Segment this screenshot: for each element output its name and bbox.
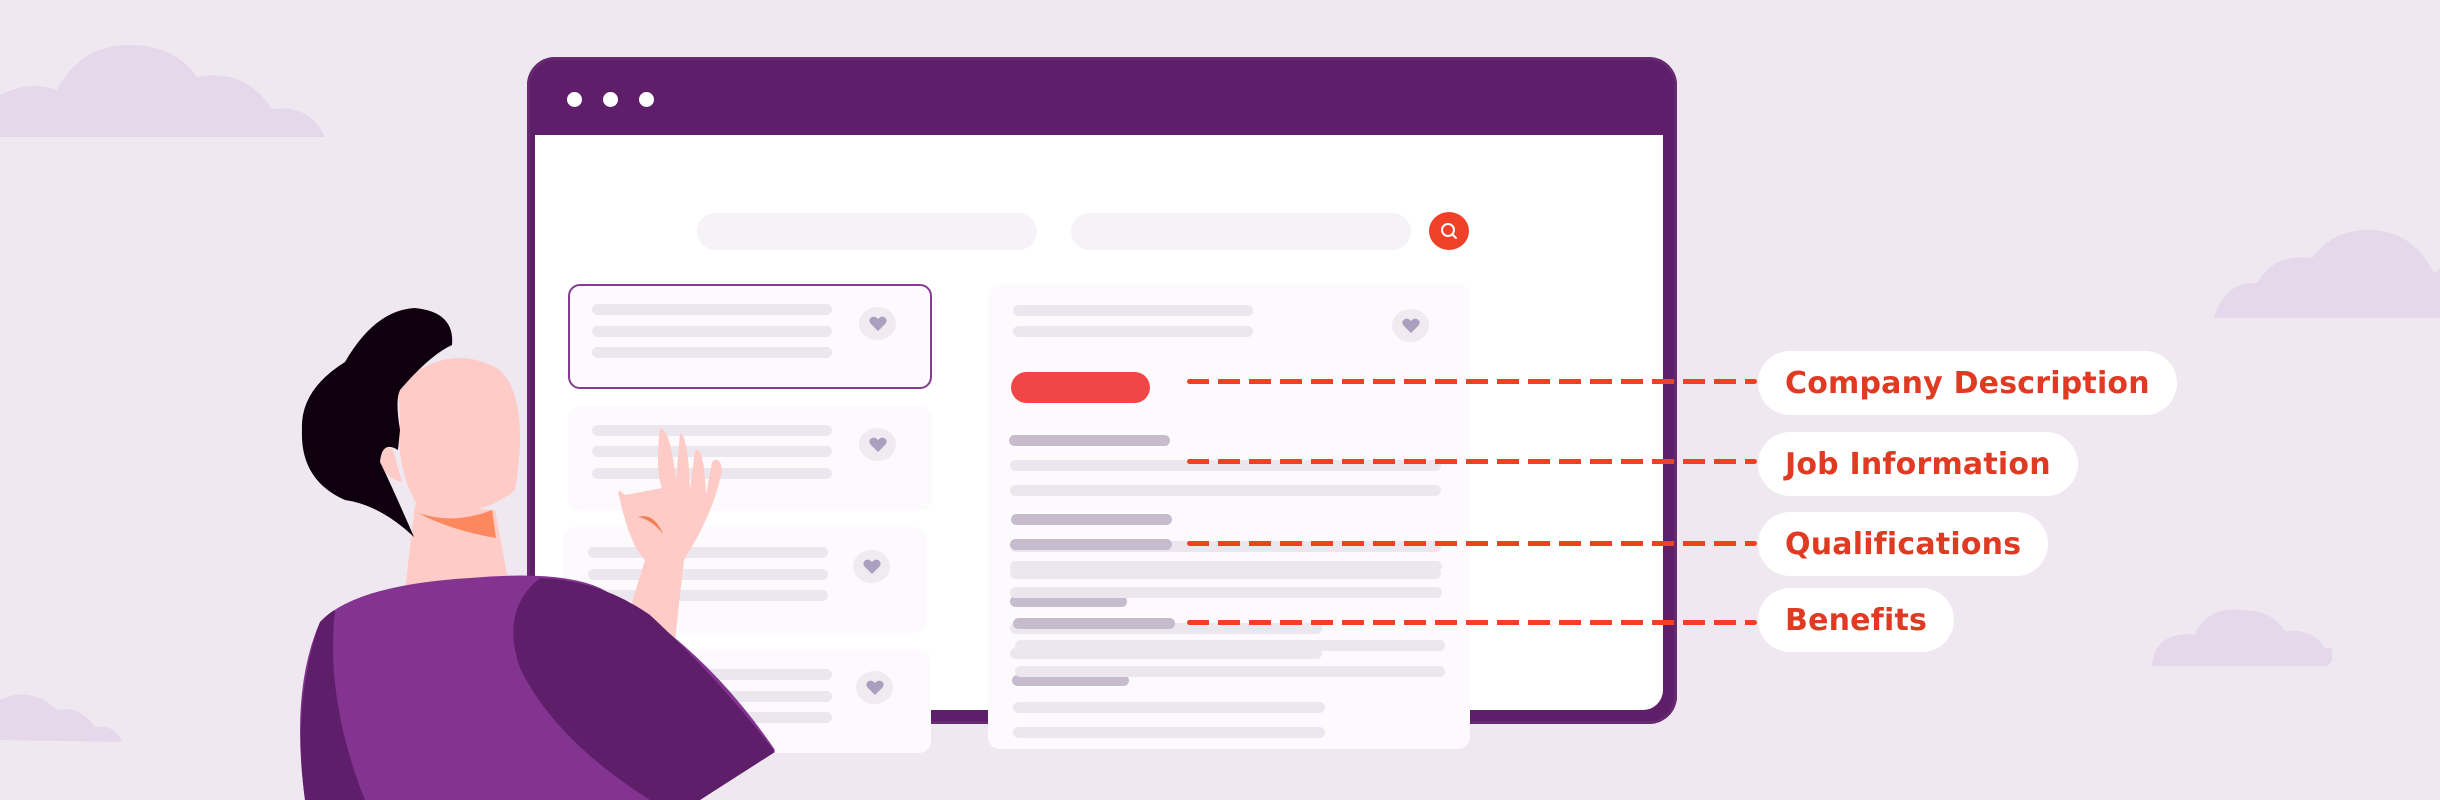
person-face <box>398 358 520 513</box>
search-icon <box>1441 223 1457 239</box>
job-card-line-placeholder <box>592 347 832 358</box>
section-line-placeholder <box>1013 702 1325 713</box>
job-card-line-placeholder <box>592 468 832 479</box>
person-neck <box>405 505 510 590</box>
section-heading-benefits <box>1013 618 1175 629</box>
job-detail-panel <box>988 284 1470 749</box>
job-card-line-placeholder <box>588 569 828 580</box>
job-card-title-placeholder <box>592 304 832 315</box>
window-dot-maximize[interactable] <box>639 92 654 107</box>
person-hair <box>301 308 453 537</box>
job-card-title-placeholder <box>592 669 832 680</box>
section-line-placeholder <box>1013 727 1325 738</box>
job-card[interactable] <box>568 406 932 511</box>
section-line-placeholder <box>1015 666 1445 677</box>
section-line-placeholder <box>1010 561 1442 572</box>
heart-icon <box>1401 318 1420 333</box>
person-collar <box>418 510 496 538</box>
section-line-placeholder <box>1010 485 1441 496</box>
callout-label: Company Description <box>1785 365 2150 401</box>
window-controls <box>567 92 654 107</box>
section-heading-company-description <box>1009 435 1170 446</box>
callout-benefits: Benefits <box>1758 588 1955 652</box>
section-heading-qualifications <box>1010 539 1172 550</box>
callout-job-information: Job Information <box>1758 432 2078 496</box>
job-card-title-placeholder <box>592 425 832 436</box>
favorite-button[interactable] <box>859 428 896 461</box>
heart-icon <box>868 437 887 452</box>
job-card[interactable] <box>563 527 927 633</box>
connector-qualifications <box>1187 541 1757 546</box>
cloud-top-left <box>0 45 325 137</box>
callout-label: Qualifications <box>1785 526 2022 562</box>
section-line-placeholder <box>1015 640 1445 651</box>
keyword-search-input[interactable] <box>697 213 1037 250</box>
search-button[interactable] <box>1429 212 1469 250</box>
cloud-bottom-left <box>0 694 122 742</box>
favorite-button[interactable] <box>1392 309 1429 342</box>
job-card[interactable] <box>567 649 931 753</box>
location-search-input[interactable] <box>1071 213 1411 250</box>
heart-icon <box>865 680 884 695</box>
favorite-button[interactable] <box>853 550 890 583</box>
cloud-top-right <box>2214 229 2440 318</box>
section-heading-job-information <box>1011 514 1172 525</box>
job-card-line-placeholder <box>592 446 832 457</box>
connector-company-description <box>1187 379 1757 384</box>
section-line-placeholder <box>1010 587 1442 598</box>
favorite-button[interactable] <box>859 307 896 340</box>
favorite-button[interactable] <box>856 671 893 704</box>
person-ear <box>379 446 402 482</box>
apply-button[interactable] <box>1011 372 1150 403</box>
cloud-bottom-right <box>2152 609 2332 666</box>
window-dot-minimize[interactable] <box>603 92 618 107</box>
window-dot-close[interactable] <box>567 92 582 107</box>
callout-label: Job Information <box>1785 446 2051 482</box>
person-shirt-shadow-left <box>300 610 365 800</box>
company-name-placeholder <box>1013 326 1253 337</box>
job-card-line-placeholder <box>592 691 832 702</box>
job-card-line-placeholder <box>588 590 828 601</box>
job-card-title-placeholder <box>588 547 828 558</box>
job-card-selected[interactable] <box>568 284 932 389</box>
job-title-placeholder <box>1013 305 1253 316</box>
heart-icon <box>862 559 881 574</box>
callout-label: Benefits <box>1785 602 1928 638</box>
heart-icon <box>868 316 887 331</box>
connector-job-information <box>1187 459 1757 464</box>
callout-qualifications: Qualifications <box>1758 512 2049 576</box>
connector-benefits <box>1187 620 1757 625</box>
job-card-line-placeholder <box>592 712 832 723</box>
callout-company-description: Company Description <box>1758 351 2177 415</box>
job-card-line-placeholder <box>592 326 832 337</box>
